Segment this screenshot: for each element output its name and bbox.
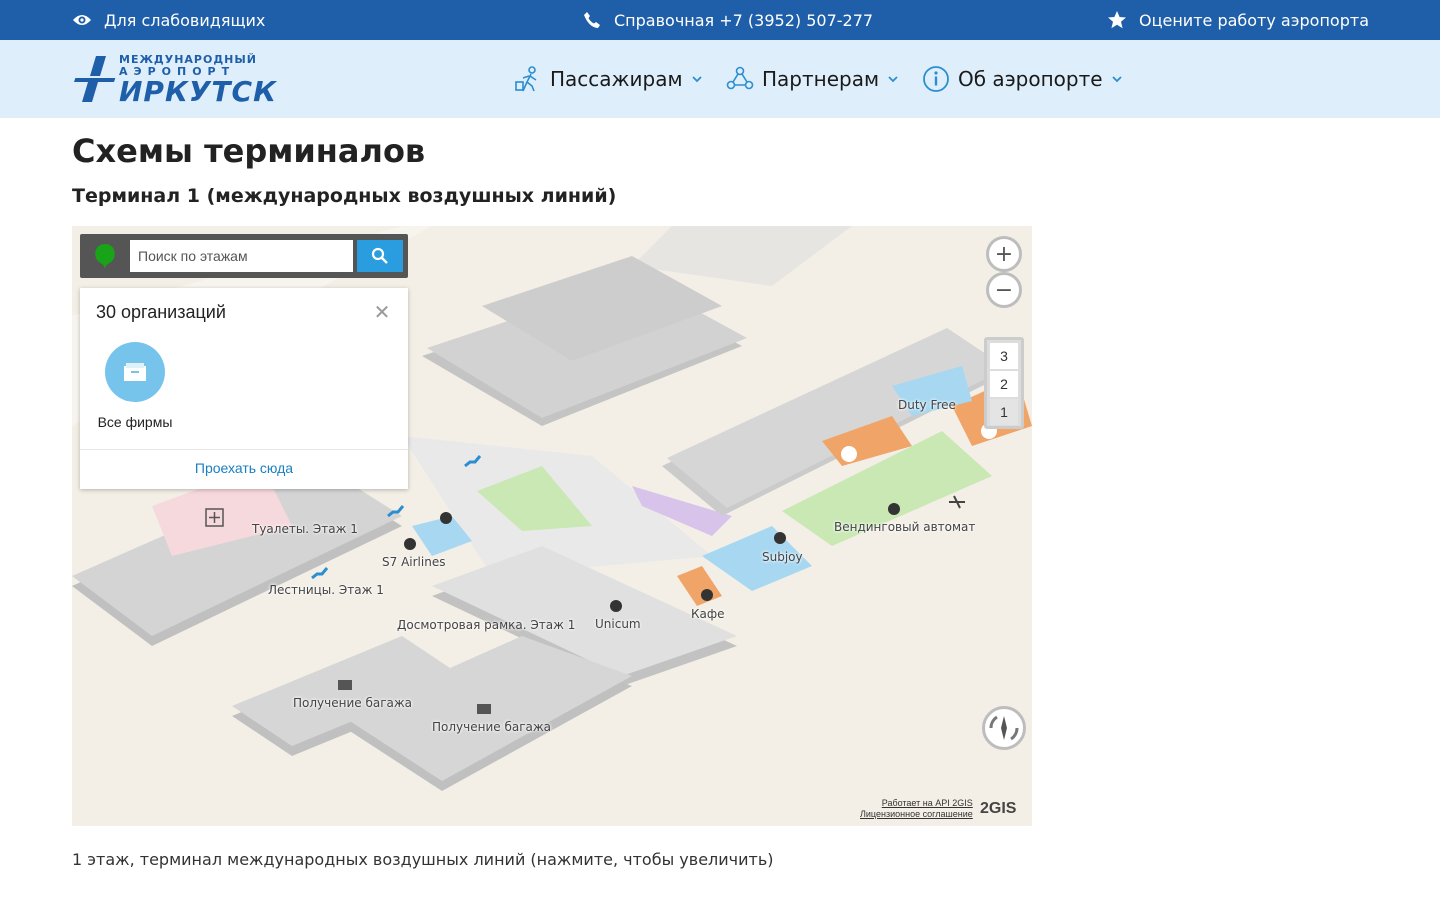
2gis-leaf-icon xyxy=(95,244,115,269)
rate-airport-link[interactable]: Оцените работу аэропорта xyxy=(1107,0,1369,40)
terminal-map[interactable]: Duty Free Туалеты. Этаж 1 S7 Airlines Ле… xyxy=(72,226,1032,826)
airport-logo[interactable]: МЕЖДУНАРОДНЫЙ АЭРОПОРТ ИРКУТСК xyxy=(72,52,276,108)
organizations-count: 30 организаций xyxy=(96,302,226,322)
all-firms-label: Все фирмы xyxy=(97,414,173,430)
category-all-firms[interactable]: Все фирмы xyxy=(94,342,176,430)
attribution-license[interactable]: Лицензионное соглашение xyxy=(860,809,973,820)
map-search-bar xyxy=(80,234,408,278)
map-search-input[interactable] xyxy=(130,240,353,272)
map-label-duty-free[interactable]: Duty Free xyxy=(898,398,956,412)
attribution-api[interactable]: Работает на API 2GIS xyxy=(860,798,973,809)
map-caption[interactable]: 1 этаж, терминал международных воздушных… xyxy=(72,850,774,869)
close-icon[interactable]: ✕ xyxy=(370,300,394,324)
route-link[interactable]: Проехать сюда xyxy=(80,460,408,476)
chevron-down-icon xyxy=(691,76,702,83)
minus-icon: − xyxy=(994,277,1014,303)
star-icon xyxy=(1107,10,1127,30)
map-label-baggage-2[interactable]: Получение багажа xyxy=(432,720,551,734)
partners-icon xyxy=(726,66,754,90)
map-attribution[interactable]: Работает на API 2GIS Лицензионное соглаш… xyxy=(860,798,973,820)
2gis-logo: 2GIS xyxy=(980,800,1017,817)
phone-label: Справочная +7 (3952) 507-277 xyxy=(614,10,874,30)
top-bar: Для слабовидящих Справочная +7 (3952) 50… xyxy=(0,0,1440,40)
info-icon xyxy=(923,66,949,92)
phone-link[interactable]: Справочная +7 (3952) 507-277 xyxy=(582,0,873,40)
floor-2[interactable]: 2 xyxy=(990,371,1018,397)
accessibility-link[interactable]: Для слабовидящих xyxy=(72,0,265,40)
compass-icon xyxy=(989,715,1019,741)
map-label-stairs[interactable]: Лестницы. Этаж 1 xyxy=(268,583,384,597)
nav-partners-label: Партнерам xyxy=(762,67,880,91)
floor-3[interactable]: 3 xyxy=(990,343,1018,369)
map-label-vending[interactable]: Вендинговый автомат xyxy=(834,520,975,534)
rate-label: Оцените работу аэропорта xyxy=(1139,10,1369,30)
plus-icon: + xyxy=(994,241,1014,267)
logo-line-3: ИРКУТСК xyxy=(119,75,277,108)
nav-about[interactable]: Об аэропорте xyxy=(922,40,1123,118)
map-label-security[interactable]: Досмотровая рамка. Этаж 1 xyxy=(397,618,575,632)
nav-passengers[interactable]: Пассажирам xyxy=(514,40,703,118)
plane-logo-icon xyxy=(72,56,118,102)
accessibility-label: Для слабовидящих xyxy=(104,10,266,30)
search-icon xyxy=(371,247,388,264)
map-label-toilets[interactable]: Туалеты. Этаж 1 xyxy=(252,522,358,536)
map-label-unicum[interactable]: Unicum xyxy=(595,617,641,631)
organizations-panel: 30 организаций ✕ Все фирмы Проехать сюда xyxy=(80,288,408,489)
page-title: Схемы терминалов xyxy=(72,132,426,170)
nav-passengers-label: Пассажирам xyxy=(550,67,683,91)
zoom-in-button[interactable]: + xyxy=(986,236,1022,272)
eye-icon xyxy=(72,10,92,30)
nav-about-label: Об аэропорте xyxy=(958,67,1103,91)
map-label-baggage-1[interactable]: Получение багажа xyxy=(293,696,412,710)
passenger-icon xyxy=(515,66,537,92)
panel-divider xyxy=(80,449,408,450)
map-label-s7[interactable]: S7 Airlines xyxy=(382,555,445,569)
main-navbar: МЕЖДУНАРОДНЫЙ АЭРОПОРТ ИРКУТСК Пассажира… xyxy=(0,40,1440,118)
zoom-out-button[interactable]: − xyxy=(986,272,1022,308)
map-label-cafe[interactable]: Кафе xyxy=(691,607,725,621)
map-search-button[interactable] xyxy=(357,240,403,272)
floor-1[interactable]: 1 xyxy=(990,399,1018,425)
compass-button[interactable] xyxy=(982,706,1026,750)
nav-partners[interactable]: Партнерам xyxy=(726,40,899,118)
chevron-down-icon xyxy=(888,76,898,83)
chevron-down-icon xyxy=(1111,76,1122,83)
all-firms-icon xyxy=(105,342,165,402)
map-label-subjoy[interactable]: Subjoy xyxy=(762,550,803,564)
phone-icon xyxy=(582,10,602,30)
terminal-subtitle: Терминал 1 (международных воздушных лини… xyxy=(72,185,617,207)
floor-selector: 3 2 1 xyxy=(984,337,1024,429)
